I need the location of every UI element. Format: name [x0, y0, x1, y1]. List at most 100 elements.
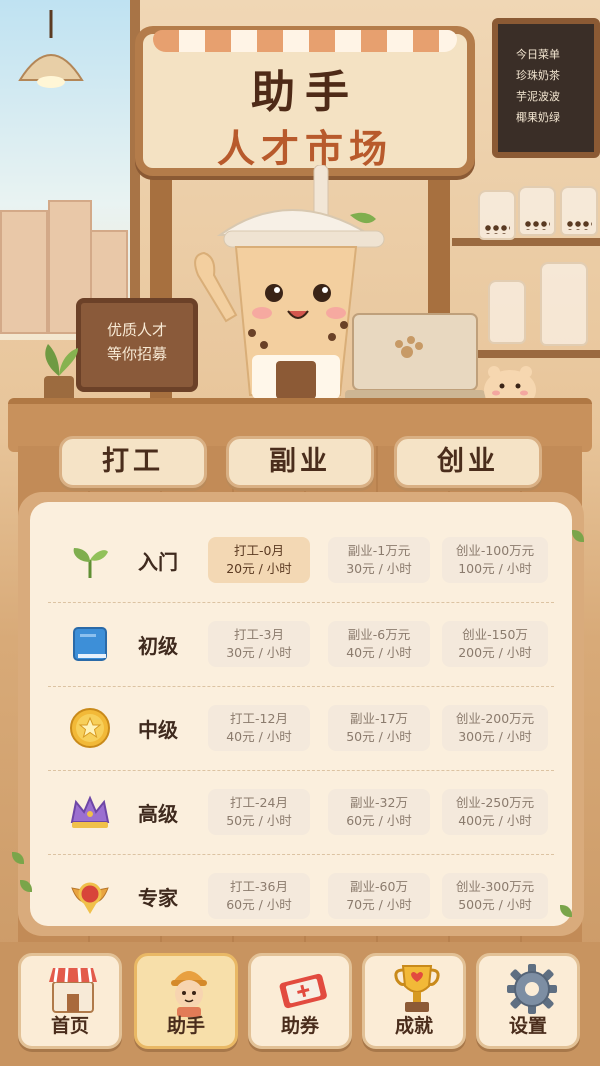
cell-rate: 400元 / 小时 — [458, 813, 532, 828]
jar-icon — [518, 186, 556, 236]
cell-requirement: 副业-1万元 — [347, 543, 411, 558]
cell-rate: 20元 / 小时 — [226, 561, 292, 576]
book-icon — [73, 627, 107, 661]
awning — [153, 30, 457, 52]
menu-board: 今日菜单 珍珠奶茶 芋泥波波 椰果奶绿 — [492, 18, 600, 158]
cell-rate: 50元 / 小时 — [226, 813, 292, 828]
cell-rate: 300元 / 小时 — [458, 729, 532, 744]
assistant-avatar-icon — [171, 971, 207, 1017]
cell-requirement: 副业-6万元 — [347, 627, 411, 642]
level-name: 初级 — [138, 634, 178, 658]
recruit-sign-line1: 优质人才 — [106, 321, 167, 339]
cell-rate: 70元 / 小时 — [346, 897, 412, 912]
cell-rate: 500元 / 小时 — [458, 897, 532, 912]
salary-cell-part-time[interactable]: 打工-24月 50元 / 小时 — [208, 789, 310, 835]
cell-requirement: 创业-300万元 — [455, 879, 535, 894]
menu-board-item: 芋泥波波 — [516, 90, 560, 103]
cell-rate: 60元 / 小时 — [346, 813, 412, 828]
jar-icon — [540, 262, 588, 346]
cell-rate: 60元 / 小时 — [226, 897, 292, 912]
cell-requirement: 副业-60万 — [350, 879, 408, 894]
cell-rate: 100元 / 小时 — [458, 561, 532, 576]
salary-cell-startup[interactable]: 创业-300万元 500元 / 小时 — [442, 873, 548, 919]
tab-side-job[interactable]: 副业 — [226, 436, 374, 488]
salary-cell-startup[interactable]: 创业-200万元 300元 / 小时 — [442, 705, 548, 751]
pendant-lamp-icon — [18, 10, 84, 88]
crown-icon — [70, 795, 110, 828]
salary-cell-part-time[interactable]: 打工-3月 30元 / 小时 — [208, 621, 310, 667]
menu-board-item: 椰果奶绿 — [516, 111, 560, 124]
background-building — [0, 210, 48, 334]
cell-requirement: 创业-200万元 — [455, 711, 535, 726]
nav-label: 助手 — [166, 1015, 205, 1037]
level-row: 入门 打工-0月 20元 / 小时 副业-1万元 30元 / 小时 创业-100… — [30, 518, 572, 602]
sprout-icon — [73, 548, 108, 578]
cell-rate: 30元 / 小时 — [346, 561, 412, 576]
cell-requirement: 打工-12月 — [230, 711, 288, 726]
cell-requirement: 创业-100万元 — [455, 543, 535, 558]
laptop-icon — [345, 313, 485, 402]
cell-rate: 50元 / 小时 — [346, 729, 412, 744]
nav-achievements[interactable]: 成就 — [362, 953, 466, 1049]
salary-cell-part-time[interactable]: 打工-36月 60元 / 小时 — [208, 873, 310, 919]
nav-coupons[interactable]: 助券 — [248, 953, 352, 1049]
tab-startup[interactable]: 创业 — [394, 436, 542, 488]
salary-cell-startup[interactable]: 创业-100万元 100元 / 小时 — [442, 537, 548, 583]
level-row: 专家 打工-36月 60元 / 小时 副业-60万 70元 / 小时 创业-30… — [30, 854, 572, 938]
cell-requirement: 创业-250万元 — [455, 795, 535, 810]
cell-requirement: 打工-3月 — [234, 627, 284, 642]
cell-rate: 40元 / 小时 — [226, 729, 292, 744]
nav-label: 助券 — [280, 1015, 319, 1037]
salary-cell-startup[interactable]: 创业-150万 200元 / 小时 — [442, 621, 548, 667]
ticket-icon — [279, 973, 327, 1009]
cell-requirement: 打工-0月 — [234, 543, 284, 558]
cell-requirement: 副业-32万 — [350, 795, 408, 810]
recruit-sign-line2: 等你招募 — [106, 345, 167, 363]
jar-icon — [488, 280, 526, 344]
jar-icon — [478, 190, 516, 240]
salary-cell-part-time[interactable]: 打工-12月 40元 / 小时 — [208, 705, 310, 751]
shop-icon — [49, 967, 97, 1013]
nav-label: 首页 — [50, 1015, 89, 1037]
cell-requirement: 打工-36月 — [230, 879, 288, 894]
level-row: 中级 打工-12月 40元 / 小时 副业-17万 50元 / 小时 创业-20… — [30, 686, 572, 770]
gear-icon — [507, 964, 557, 1014]
salary-cell-side-job[interactable]: 副业-17万 50元 / 小时 — [328, 705, 430, 751]
star-coin-icon — [70, 708, 110, 748]
level-row: 初级 打工-3月 30元 / 小时 副业-6万元 40元 / 小时 创业-150… — [30, 602, 572, 686]
title-signboard: 助手 人才市场 — [135, 26, 475, 176]
salary-cell-side-job[interactable]: 副业-60万 70元 / 小时 — [328, 873, 430, 919]
winged-medal-icon — [71, 882, 109, 914]
cell-requirement: 打工-24月 — [230, 795, 288, 810]
salary-cell-side-job[interactable]: 副业-6万元 40元 / 小时 — [328, 621, 430, 667]
tab-part-time[interactable]: 打工 — [59, 436, 207, 488]
salary-cell-part-time[interactable]: 打工-0月 20元 / 小时 — [208, 537, 310, 583]
shelf — [452, 238, 600, 246]
level-name: 入门 — [138, 550, 178, 574]
level-name: 中级 — [138, 718, 178, 742]
nav-home[interactable]: 首页 — [18, 953, 122, 1049]
cell-requirement: 创业-150万 — [462, 627, 528, 642]
cell-rate: 30元 / 小时 — [226, 645, 292, 660]
nav-label: 设置 — [508, 1015, 547, 1037]
nav-label: 成就 — [394, 1015, 433, 1037]
level-row: 高级 打工-24月 50元 / 小时 副业-32万 60元 / 小时 创业-25… — [30, 770, 572, 854]
level-panel: 入门 打工-0月 20元 / 小时 副业-1万元 30元 / 小时 创业-100… — [18, 492, 584, 936]
nav-settings[interactable]: 设置 — [476, 953, 580, 1049]
sign-title: 助手 — [251, 67, 359, 118]
cell-rate: 40元 / 小时 — [346, 645, 412, 660]
level-name: 高级 — [138, 802, 178, 826]
menu-board-item: 今日菜单 — [516, 48, 560, 61]
nav-assistant[interactable]: 助手 — [134, 953, 238, 1049]
cell-rate: 200元 / 小时 — [458, 645, 532, 660]
jar-icon — [560, 186, 598, 236]
game-screen: 今日菜单 珍珠奶茶 芋泥波波 椰果奶绿 助手 人才市场 优质人才 等你招募 打工… — [0, 0, 600, 1066]
salary-cell-startup[interactable]: 创业-250万元 400元 / 小时 — [442, 789, 548, 835]
salary-cell-side-job[interactable]: 副业-1万元 30元 / 小时 — [328, 537, 430, 583]
menu-board-item: 珍珠奶茶 — [516, 69, 560, 82]
trophy-icon — [394, 965, 440, 1012]
cell-requirement: 副业-17万 — [350, 711, 408, 726]
salary-cell-side-job[interactable]: 副业-32万 60元 / 小时 — [328, 789, 430, 835]
level-name: 专家 — [138, 886, 178, 910]
level-table: 入门 打工-0月 20元 / 小时 副业-1万元 30元 / 小时 创业-100… — [30, 502, 572, 926]
